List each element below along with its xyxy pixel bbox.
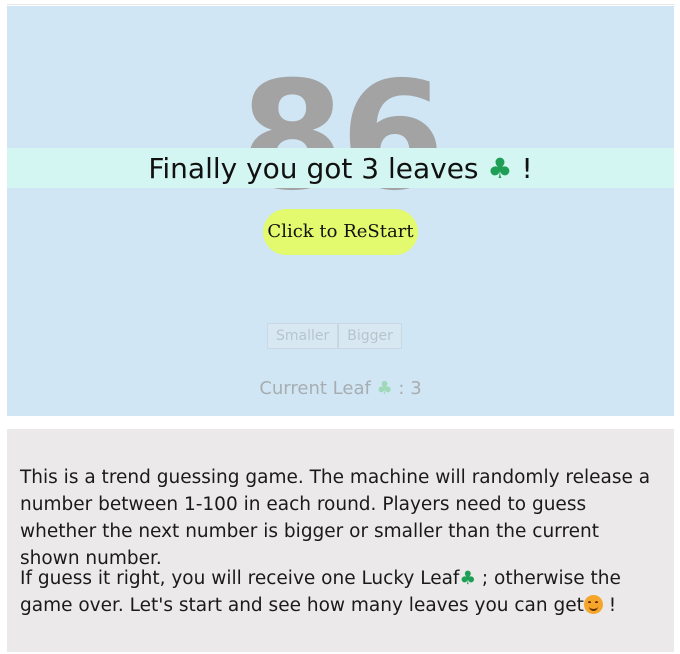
- result-message: Finally you got 3 leaves ♣ !: [7, 148, 674, 188]
- game-panel: 86 Finally you got 3 leaves ♣ ! Click to…: [7, 6, 674, 416]
- top-divider: [7, 4, 674, 5]
- instructions-panel: This is a trend guessing game. The machi…: [7, 429, 674, 652]
- instructions-text-part-3: !: [608, 595, 617, 616]
- instructions-text-part-1: If guess it right, you will receive one …: [20, 568, 460, 589]
- four-leaf-clover-icon: ♣: [459, 568, 477, 589]
- result-message-text: Finally you got 3 leaves: [148, 152, 479, 185]
- restart-button[interactable]: Click to ReStart: [263, 209, 418, 255]
- four-leaf-clover-icon: ♣: [487, 152, 513, 185]
- current-leaf-value: : 3: [398, 378, 422, 399]
- instructions-paragraph-1: This is a trend guessing game. The machi…: [20, 467, 651, 569]
- current-leaf-counter: Current Leaf ♣ : 3: [7, 378, 674, 399]
- smiling-face-icon: [583, 595, 603, 614]
- bigger-button[interactable]: Bigger: [338, 323, 402, 349]
- result-message-suffix: !: [521, 152, 533, 185]
- current-leaf-label: Current Leaf: [259, 378, 371, 399]
- four-leaf-clover-icon: ♣: [376, 378, 393, 399]
- instructions-paragraph-2: If guess it right, you will receive one …: [20, 565, 660, 619]
- current-number-display: 86: [240, 50, 445, 224]
- guess-button-group: Smaller Bigger: [267, 323, 402, 349]
- smaller-button[interactable]: Smaller: [267, 323, 339, 349]
